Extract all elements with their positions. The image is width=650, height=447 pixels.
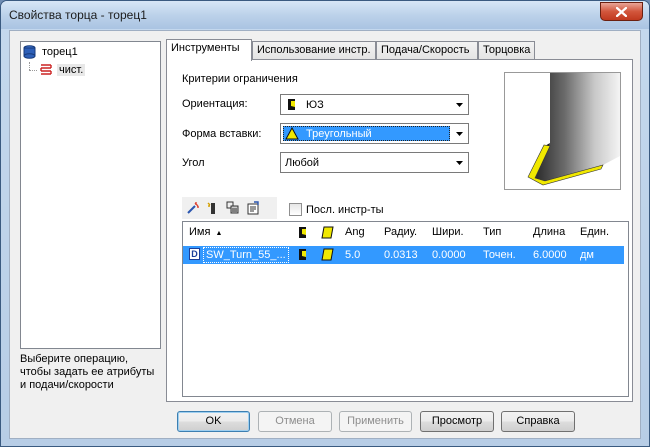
toolpath-icon [40, 64, 52, 75]
angle-cell: 5.0 [345, 249, 361, 261]
tool-list[interactable]: Имя ▲ Ang Радиу. Шири. Тип Длина Един. D… [182, 221, 629, 397]
tab-tools[interactable]: Инструменты [166, 39, 252, 61]
close-button[interactable] [600, 2, 643, 21]
column-radius[interactable]: Радиу. [384, 226, 417, 238]
dialog-client: торец1 чист. Выберите операцию, чтобы за… [9, 30, 641, 439]
tab-feed-speed[interactable]: Подача/Скорость [376, 41, 478, 60]
radius-cell: 0.0313 [384, 249, 418, 261]
column-angle[interactable]: Ang [345, 226, 365, 238]
chevron-down-icon [453, 128, 465, 140]
tool-type-badge: D [189, 248, 200, 260]
face-operation-icon [23, 45, 36, 59]
column-width[interactable]: Шири. [432, 226, 464, 238]
tool-preview [504, 72, 621, 190]
tool-name-cell: SW_Turn_55_... [203, 247, 289, 263]
chevron-down-icon [453, 157, 465, 169]
angle-label: Угол [182, 157, 205, 169]
width-cell: 0.0000 [432, 249, 466, 261]
insert-shape-value: Треугольный [306, 127, 372, 140]
orientation-icon [299, 227, 306, 238]
operation-tree[interactable]: торец1 чист. [20, 41, 161, 349]
orientation-cell-icon [298, 248, 308, 264]
orientation-select[interactable]: ЮЗ [280, 94, 469, 115]
tool-holder-icon[interactable] [206, 201, 220, 215]
tab-tool-usage[interactable]: Использование инстр. [252, 41, 376, 60]
table-row[interactable]: D SW_Turn_55_... 5.0 0.0313 0.0000 Точен… [183, 246, 624, 264]
recent-tools-label: Посл. инстр-ты [306, 203, 384, 216]
help-button[interactable]: Справка [501, 411, 575, 432]
tree-item-finish[interactable]: чист. [39, 62, 86, 78]
tool-wizard-icon[interactable] [186, 201, 200, 215]
tree-item-label: торец1 [42, 46, 78, 58]
triangle-insert-icon [285, 127, 299, 141]
sort-ascending-icon: ▲ [215, 230, 223, 237]
tools-panel: Критерии ограничения Ориентация: ЮЗ Форм… [166, 59, 633, 402]
tool-preview-image [527, 73, 620, 186]
recent-tools-checkbox[interactable] [289, 203, 302, 216]
tree-item-face[interactable]: торец1 [23, 44, 80, 60]
preview-button[interactable]: Просмотр [420, 411, 494, 432]
units-cell: дм [580, 249, 594, 261]
angle-select[interactable]: Любой [280, 152, 469, 173]
tool-list-toolbar [182, 197, 277, 219]
close-icon [616, 6, 627, 17]
orientation-label: Ориентация: [182, 98, 248, 110]
dialog-window: Свойства торца - торец1 торец1 чист. Выб… [0, 0, 650, 447]
tool-properties-icon[interactable] [246, 201, 260, 215]
tree-item-label: чист. [57, 64, 86, 76]
column-type[interactable]: Тип [483, 226, 501, 238]
column-orientation[interactable] [298, 226, 308, 242]
cancel-button[interactable]: Отмена [258, 411, 332, 432]
type-cell: Точен. [483, 249, 516, 261]
criteria-label: Критерии ограничения [182, 73, 298, 85]
angle-value: Любой [285, 156, 320, 169]
tool-list-header: Имя ▲ Ang Радиу. Шири. Тип Длина Един. [183, 222, 628, 244]
tab-facing[interactable]: Торцовка [478, 41, 535, 60]
orientation-value: ЮЗ [306, 98, 324, 111]
orientation-icon [285, 98, 299, 112]
window-title: Свойства торца - торец1 [9, 8, 147, 22]
column-shape[interactable] [321, 226, 334, 242]
column-name[interactable]: Имя ▲ [189, 226, 222, 238]
recent-tools-option[interactable]: Посл. инстр-ты [289, 203, 384, 216]
hint-text: Выберите операцию, чтобы задать ее атриб… [20, 353, 155, 391]
column-units[interactable]: Един. [580, 226, 609, 238]
length-cell: 6.0000 [533, 249, 567, 261]
column-length[interactable]: Длина [533, 226, 565, 238]
apply-button[interactable]: Применить [339, 411, 412, 432]
ok-button[interactable]: OK [177, 411, 250, 432]
insert-shape-label: Форма вставки: [182, 128, 262, 140]
chevron-down-icon [453, 99, 465, 111]
insert-shape-icon [321, 226, 334, 239]
tool-filter-icon[interactable] [226, 201, 240, 215]
insert-shape-select[interactable]: Треугольный [280, 123, 469, 144]
shape-cell-icon [321, 248, 334, 264]
title-bar[interactable]: Свойства торца - торец1 [1, 1, 649, 29]
